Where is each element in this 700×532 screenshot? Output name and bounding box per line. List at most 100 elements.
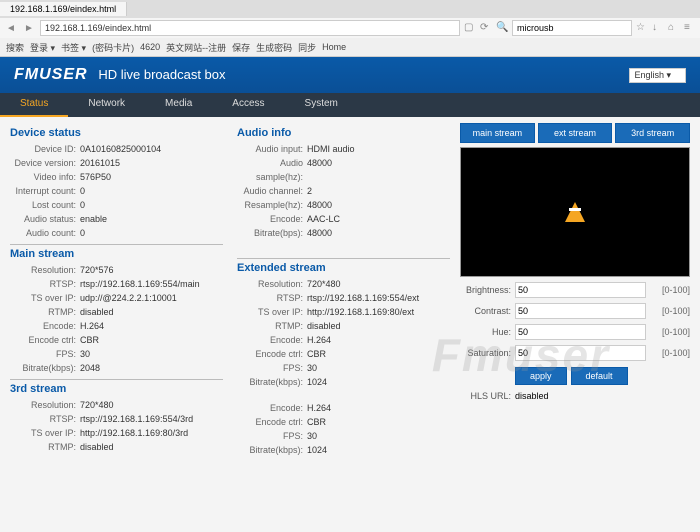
reload-icon[interactable]: ⟳ <box>480 22 492 34</box>
mid-info-col: Audio info Audio input:HDMI audioAudio s… <box>237 123 450 457</box>
browser-tab[interactable]: 192.168.1.169/eindex.html <box>0 2 127 16</box>
info-row: Encode ctrl:CBR <box>237 347 450 361</box>
row-value: udp://@224.2.2.1:10001 <box>80 291 223 305</box>
apply-button[interactable]: apply <box>515 367 567 385</box>
row-label: FPS: <box>10 347 80 361</box>
section-ext-stream: Extended stream <box>237 258 450 274</box>
home-icon[interactable]: ⌂ <box>668 22 680 34</box>
row-label: FPS: <box>237 429 307 443</box>
info-row: FPS:30 <box>237 429 450 443</box>
info-row: Bitrate(bps):48000 <box>237 226 450 240</box>
row-value: disabled <box>307 319 450 333</box>
menu-icon[interactable]: ≡ <box>684 22 696 34</box>
row-value: 20161015 <box>80 156 223 170</box>
info-row: Device ID:0A10160825000104 <box>10 142 223 156</box>
row-value: CBR <box>80 333 223 347</box>
row-value: http://192.168.1.169:80/3rd <box>80 426 223 440</box>
tab-main-stream[interactable]: main stream <box>460 123 535 143</box>
content-area: Device status Device ID:0A10160825000104… <box>0 117 700 463</box>
section-audio-info: Audio info <box>237 127 450 139</box>
nav-status[interactable]: Status <box>0 93 68 117</box>
bookmark-item[interactable]: 保存 <box>232 41 250 54</box>
info-row: Audio status:enable <box>10 212 223 226</box>
row-label: RTMP: <box>10 305 80 319</box>
saturation-row: Saturation: [0-100] <box>460 345 690 361</box>
hls-value: disabled <box>515 391 549 401</box>
row-label: RTSP: <box>10 277 80 291</box>
info-row: Encode:H.264 <box>237 333 450 347</box>
row-label: Encode ctrl: <box>237 347 307 361</box>
left-info-col: Device status Device ID:0A10160825000104… <box>10 123 223 457</box>
hue-label: Hue: <box>460 327 515 337</box>
video-preview[interactable] <box>460 147 690 277</box>
row-label: Video info: <box>10 170 80 184</box>
star-icon[interactable]: ☆ <box>636 22 648 34</box>
row-value: 30 <box>307 429 450 443</box>
row-value: H.264 <box>307 333 450 347</box>
third-stream-right-rows: Encode:H.264Encode ctrl:CBRFPS:30Bitrate… <box>237 401 450 457</box>
search-input[interactable] <box>512 20 632 36</box>
info-row: TS over IP:udp://@224.2.2.1:10001 <box>10 291 223 305</box>
row-label: FPS: <box>237 361 307 375</box>
info-row: Audio input:HDMI audio <box>237 142 450 156</box>
device-status-rows: Device ID:0A10160825000104Device version… <box>10 142 223 240</box>
contrast-input[interactable] <box>515 303 646 319</box>
row-label: TS over IP: <box>10 426 80 440</box>
page-header: FMUSER HD live broadcast box English ▾ <box>0 57 700 93</box>
row-label: Bitrate(kbps): <box>10 361 80 375</box>
language-select[interactable]: English ▾ <box>629 68 686 83</box>
saturation-input[interactable] <box>515 345 646 361</box>
bookmark-item[interactable]: Home <box>322 42 346 52</box>
shield-icon[interactable]: ▢ <box>464 22 476 34</box>
bookmark-item[interactable]: 书签 ▾ <box>61 41 86 54</box>
row-value: 720*480 <box>80 398 223 412</box>
tab-3rd-stream[interactable]: 3rd stream <box>615 123 690 143</box>
row-value: rtsp://192.168.1.169:554/main <box>80 277 223 291</box>
row-value: 48000 <box>307 198 450 212</box>
bookmark-item[interactable]: 登录 ▾ <box>30 41 55 54</box>
nav-media[interactable]: Media <box>145 93 212 117</box>
row-label: Bitrate(kbps): <box>237 375 307 389</box>
row-label: Device version: <box>10 156 80 170</box>
row-value: rtsp://192.168.1.169:554/3rd <box>80 412 223 426</box>
row-value: H.264 <box>80 319 223 333</box>
info-row: FPS:30 <box>237 361 450 375</box>
bookmark-item[interactable]: 生成密码 <box>256 41 292 54</box>
bookmark-item[interactable]: (密码卡片) <box>92 41 134 54</box>
bookmark-item[interactable]: 搜索 <box>6 41 24 54</box>
nav-system[interactable]: System <box>285 93 358 117</box>
row-value: 48000 <box>307 226 450 240</box>
row-value: enable <box>80 212 223 226</box>
row-value: 48000 <box>307 156 450 184</box>
row-value: rtsp://192.168.1.169:554/ext <box>307 291 450 305</box>
default-button[interactable]: default <box>571 367 628 385</box>
url-input[interactable] <box>40 20 460 36</box>
row-label: Device ID: <box>10 142 80 156</box>
brand-logo: FMUSER <box>14 66 88 83</box>
row-label: RTSP: <box>10 412 80 426</box>
row-value: HDMI audio <box>307 142 450 156</box>
hue-input[interactable] <box>515 324 646 340</box>
download-icon[interactable]: ↓ <box>652 22 664 34</box>
info-row: Resolution:720*480 <box>237 277 450 291</box>
row-value: 720*480 <box>307 277 450 291</box>
brightness-input[interactable] <box>515 282 646 298</box>
row-value: 720*576 <box>80 263 223 277</box>
control-buttons: apply default <box>515 367 690 385</box>
nav-access[interactable]: Access <box>212 93 284 117</box>
page-title: HD live broadcast box <box>98 67 225 82</box>
bookmark-item[interactable]: 4620 <box>140 42 160 52</box>
tab-ext-stream[interactable]: ext stream <box>538 123 613 143</box>
bookmark-item[interactable]: 英文网站--注册 <box>166 41 226 54</box>
forward-icon[interactable]: ► <box>22 21 36 35</box>
row-label: Encode: <box>237 401 307 415</box>
row-value: 0 <box>80 198 223 212</box>
info-row: Audio sample(hz):48000 <box>237 156 450 184</box>
back-icon[interactable]: ◄ <box>4 21 18 35</box>
info-row: Audio count:0 <box>10 226 223 240</box>
row-label: Audio channel: <box>237 184 307 198</box>
bookmark-item[interactable]: 同步 <box>298 41 316 54</box>
nav-network[interactable]: Network <box>68 93 145 117</box>
section-main-stream: Main stream <box>10 244 223 260</box>
row-label: Encode: <box>237 212 307 226</box>
